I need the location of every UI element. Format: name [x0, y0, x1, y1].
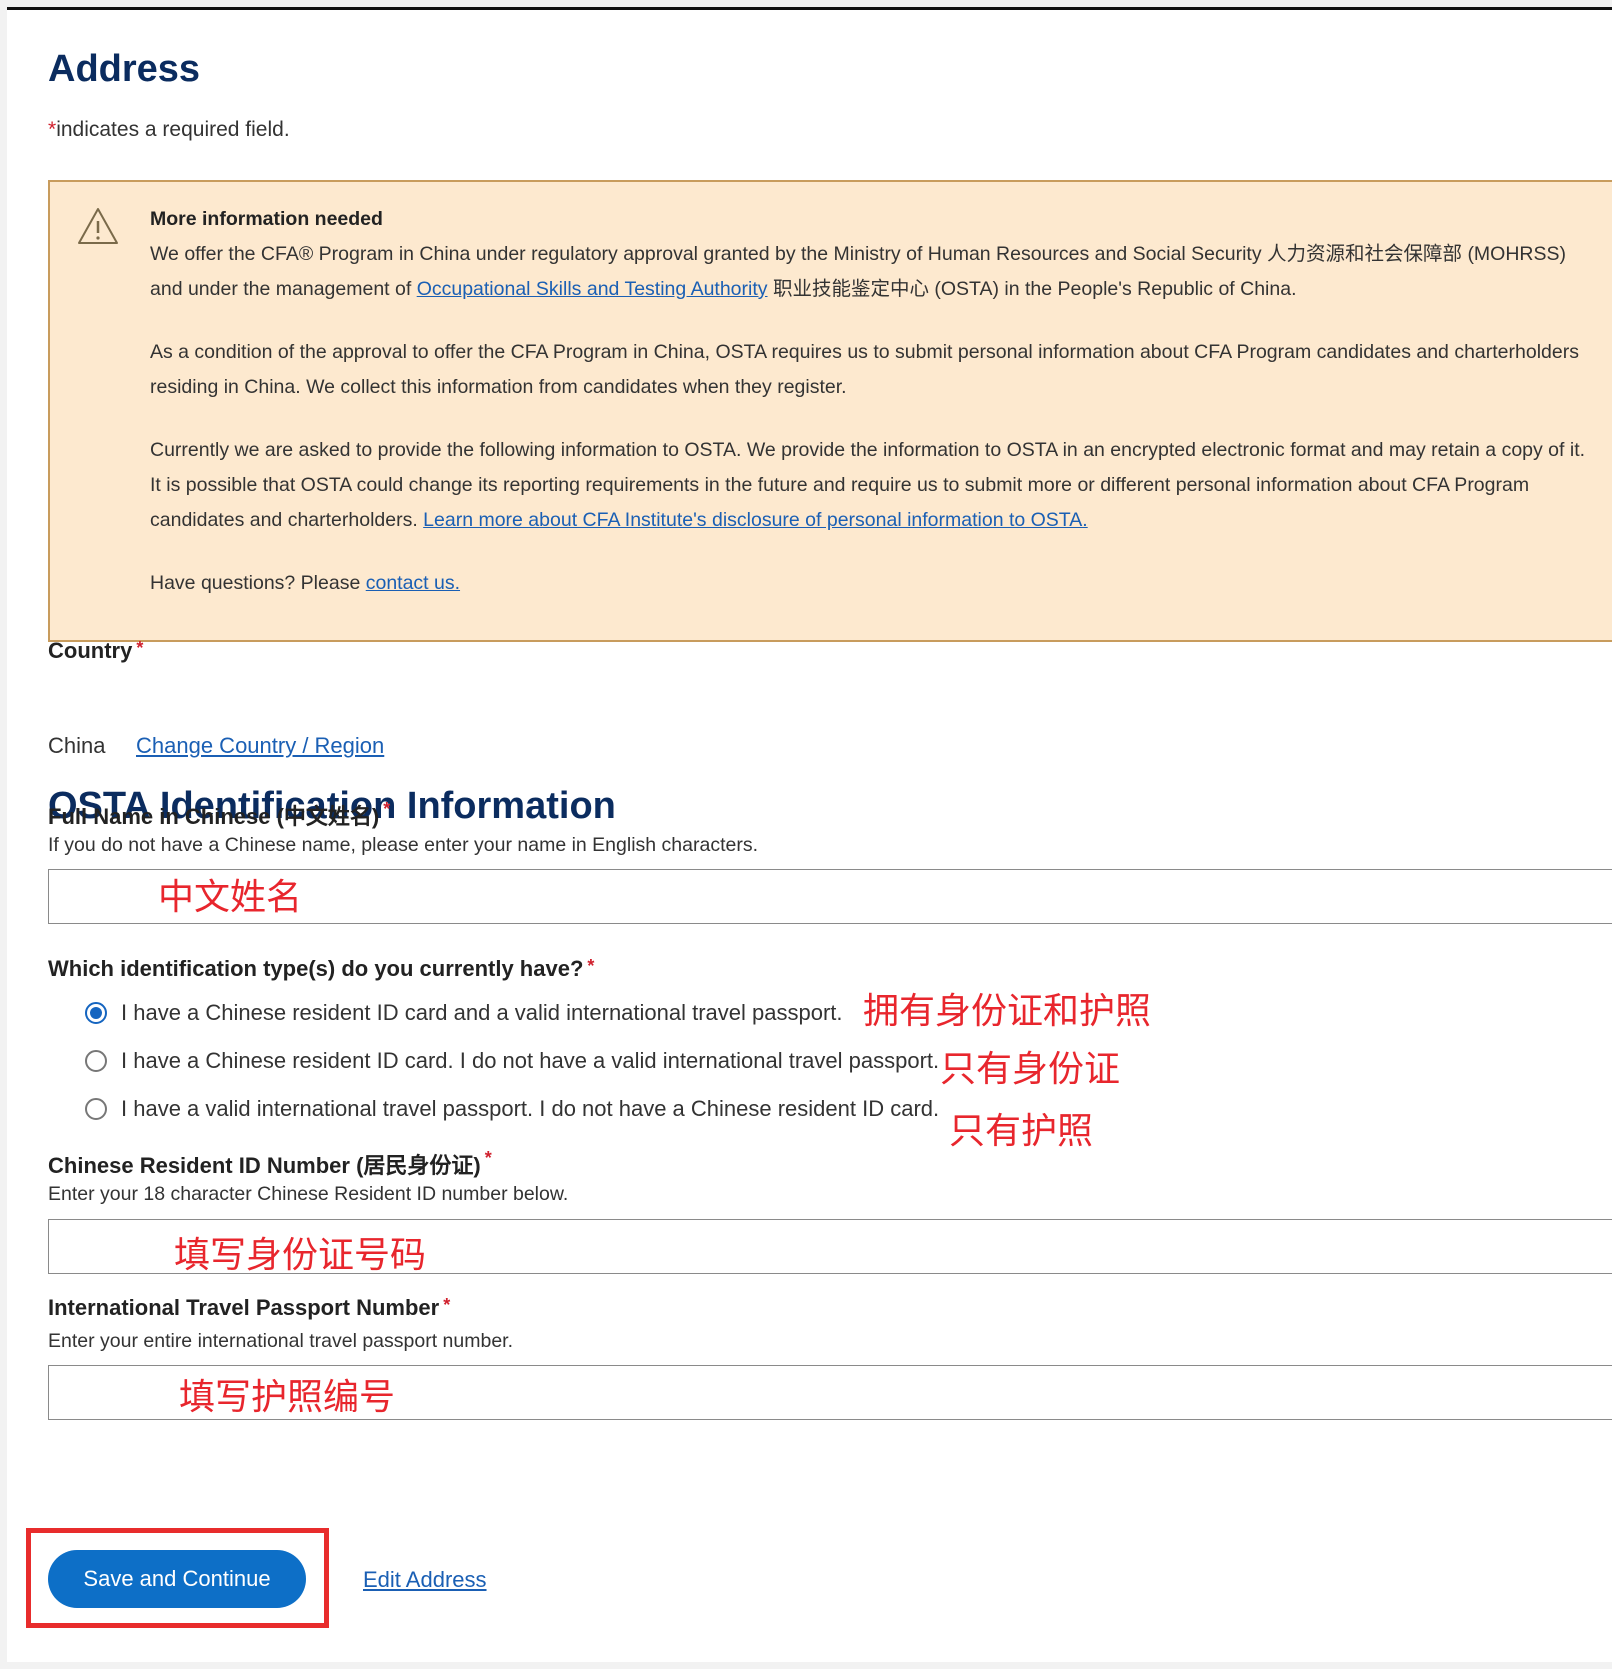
passport-annotation: 填写护照编号: [179, 1377, 396, 1418]
info-alert-box: More information needed We offer the CFA…: [48, 180, 1612, 642]
change-country-link[interactable]: Change Country / Region: [136, 733, 384, 759]
resident-id-annotation: 填写身份证号码: [174, 1235, 427, 1276]
osta-link[interactable]: Occupational Skills and Testing Authorit…: [417, 278, 768, 300]
required-star: *: [443, 1295, 451, 1315]
radio-option-label: I have a Chinese resident ID card. I do …: [121, 1048, 940, 1073]
full-name-label: Full Name in Chinese (中文姓名) *: [48, 799, 390, 831]
option-passport-only-annotation: 只有护照: [949, 1111, 1094, 1152]
country-label-text: Country: [48, 638, 133, 663]
warning-triangle-icon: [78, 208, 118, 244]
required-note-text: indicates a required field.: [56, 118, 290, 141]
passport-help: Enter your entire international travel p…: [48, 1330, 514, 1352]
country-label: Country *: [48, 638, 143, 664]
edit-address-link[interactable]: Edit Address: [363, 1567, 487, 1593]
radio-button[interactable]: [85, 1050, 107, 1072]
radio-option-label: I have a valid international travel pass…: [121, 1096, 940, 1121]
resident-id-label-text: Chinese Resident ID Number (居民身份证): [48, 1153, 481, 1178]
passport-label: International Travel Passport Number *: [48, 1295, 450, 1321]
save-and-continue-button[interactable]: Save and Continue: [48, 1550, 306, 1608]
id-type-option-id-only[interactable]: I have a Chinese resident ID card. I do …: [85, 1048, 939, 1074]
required-star: *: [484, 1148, 492, 1168]
page-title: Address: [48, 48, 201, 90]
required-star: *: [48, 118, 57, 141]
radio-option-label: I have a Chinese resident ID card and a …: [121, 1000, 843, 1025]
id-type-option-both[interactable]: I have a Chinese resident ID card and a …: [85, 1000, 843, 1026]
id-type-label-text: Which identification type(s) do you curr…: [48, 956, 584, 981]
info-alert-title: More information needed: [150, 208, 383, 230]
radio-button[interactable]: [85, 1098, 107, 1120]
contact-us-link[interactable]: contact us.: [366, 572, 460, 594]
required-star: *: [383, 799, 391, 819]
required-star: *: [136, 638, 144, 658]
option-both-annotation: 拥有身份证和护照: [863, 991, 1152, 1032]
info-paragraph-4: Have questions? Please: [150, 572, 366, 594]
required-star: *: [587, 956, 595, 976]
info-alert-content: More information needed We offer the CFA…: [150, 202, 1590, 629]
option-id-only-annotation: 只有身份证: [940, 1049, 1121, 1090]
learn-more-link[interactable]: Learn more about CFA Institute's disclos…: [423, 509, 1088, 531]
full-name-label-text: Full Name in Chinese (中文姓名): [48, 804, 380, 829]
passport-label-text: International Travel Passport Number: [48, 1295, 440, 1320]
resident-id-help: Enter your 18 character Chinese Resident…: [48, 1183, 569, 1205]
info-paragraph-1-end: 职业技能鉴定中心 (OSTA) in the People's Republic…: [767, 278, 1297, 300]
resident-id-label: Chinese Resident ID Number (居民身份证) *: [48, 1148, 492, 1180]
required-field-note: *indicates a required field.: [48, 118, 290, 142]
id-type-option-passport-only[interactable]: I have a valid international travel pass…: [85, 1096, 939, 1122]
info-paragraph-2: As a condition of the approval to offer …: [150, 341, 1579, 398]
address-page: Address *indicates a required field. Mor…: [7, 7, 1612, 1662]
country-value: China: [48, 733, 106, 758]
full-name-help: If you do not have a Chinese name, pleas…: [48, 834, 758, 856]
id-type-label: Which identification type(s) do you curr…: [48, 956, 594, 982]
radio-button-checked[interactable]: [85, 1002, 107, 1024]
full-name-annotation: 中文姓名: [158, 877, 303, 918]
